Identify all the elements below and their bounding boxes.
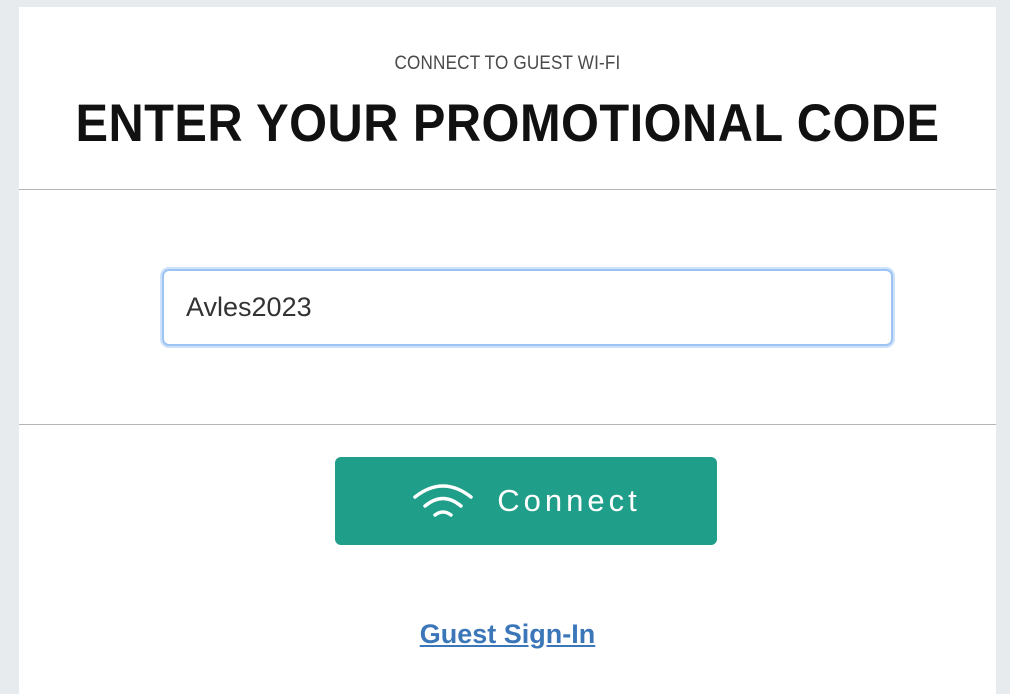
guest-sign-in-link[interactable]: Guest Sign-In	[420, 619, 596, 649]
login-card: CONNECT TO GUEST WI-FI ENTER YOUR PROMOT…	[19, 7, 996, 694]
header-section: CONNECT TO GUEST WI-FI ENTER YOUR PROMOT…	[19, 7, 996, 190]
input-section	[19, 190, 996, 425]
guest-link-container: Guest Sign-In	[19, 619, 996, 650]
wifi-icon	[411, 481, 475, 521]
promo-code-input[interactable]	[162, 269, 893, 346]
connect-button-label: Connect	[497, 483, 641, 518]
page-subtitle: CONNECT TO GUEST WI-FI	[394, 53, 621, 74]
page-title: ENTER YOUR PROMOTIONAL CODE	[75, 94, 940, 153]
connect-button[interactable]: Connect	[335, 457, 717, 545]
